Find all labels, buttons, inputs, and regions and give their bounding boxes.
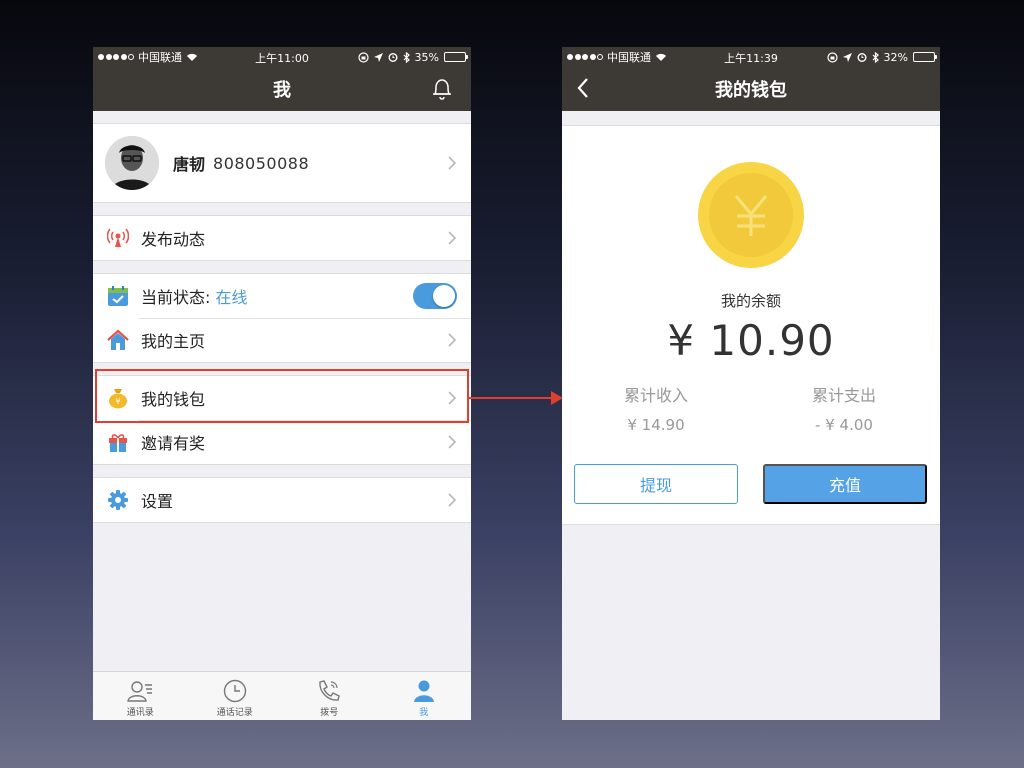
profile-name: 唐韧 [173,155,206,174]
bluetooth-icon [403,51,410,63]
balance-amount: ¥ 10.90 [667,316,835,365]
carrier-label: 中国联通 [607,51,651,64]
gift-icon [105,429,131,455]
wallet-screen: 中国联通 上午11:39 32% 我的钱包 我的余额 ¥ 10.90 累计收入 [562,47,940,720]
clock-icon [223,679,246,703]
tab-me[interactable]: 我 [377,672,472,720]
nav-bar: 我的钱包 [562,67,940,111]
expense-value: - ¥ 4.00 [815,416,873,434]
alarm-icon [388,53,398,62]
status-bar: 中国联通 上午11:39 32% [562,47,940,67]
profile-row[interactable]: 唐韧 808050088 [93,124,471,202]
home-icon [105,327,131,353]
publish-group: 发布动态 [93,215,471,261]
menu-item-label: 我的主页 [141,332,206,351]
chevron-right-icon [448,493,457,507]
tab-label: 我 [419,708,429,718]
recharge-button[interactable]: 充值 [763,464,927,504]
tab-label: 通话记录 [216,708,253,718]
chevron-right-icon [448,333,457,347]
svg-text:¥: ¥ [115,397,120,406]
expense-stat: 累计支出 - ¥ 4.00 [774,382,914,434]
menu-item-label: 我的钱包 [141,390,206,409]
calendar-check-icon [105,283,131,309]
money-bag-icon: ¥ [105,385,131,411]
back-chevron-icon[interactable] [576,77,590,103]
signal-icon [98,54,134,60]
location-icon [373,52,383,62]
nav-bar: 我 [93,67,471,111]
menu-item-settings[interactable]: 设置 [93,478,471,522]
tab-label: 拨号 [320,708,339,718]
toggle-knob [433,285,455,307]
battery-percent: 35% [414,50,439,64]
menu-item-label: 设置 [141,492,174,511]
signal-icon [567,54,603,60]
battery-icon [444,52,468,62]
settings-group: 设置 [93,477,471,523]
battery-icon [913,52,937,62]
tab-call-history[interactable]: 通话记录 [188,672,283,720]
wallet-group: ¥ 我的钱包 邀请有奖 [93,375,471,465]
avatar [105,136,159,190]
withdraw-button[interactable]: 提现 [574,464,738,504]
contacts-icon [127,681,153,702]
menu-item-label: 发布动态 [141,230,206,249]
profile-id: 808050088 [213,153,310,173]
page-title: 我的钱包 [715,80,787,101]
chevron-right-icon [448,231,457,245]
profile-screen: 中国联通 上午11:00 35% 我 唐韧 808050088 发布动态 当前状… [93,47,471,720]
phone-icon [319,680,341,701]
chevron-right-icon [448,391,457,405]
gear-icon [105,487,131,513]
income-value: ¥ 14.90 [627,416,685,434]
menu-item-status: 当前状态: 在线 [93,274,471,318]
wifi-icon [656,53,666,61]
battery-percent: 32% [883,50,908,64]
wallet-card: 我的余额 ¥ 10.90 累计收入 ¥ 14.90 累计支出 - ¥ 4.00 … [562,125,940,525]
wifi-icon [187,53,197,61]
chevron-right-icon [448,435,457,449]
menu-item-wallet[interactable]: ¥ 我的钱包 [93,376,471,420]
balance-label: 我的余额 [720,292,781,310]
status-bar: 中国联通 上午11:00 35% [93,47,471,67]
annotation-arrow [469,397,555,399]
alarm-icon [857,53,867,62]
profile-card[interactable]: 唐韧 808050088 [93,123,471,203]
menu-item-homepage[interactable]: 我的主页 [93,318,471,362]
status-label: 当前状态: [141,288,216,307]
tab-dial[interactable]: 拨号 [282,672,377,720]
menu-item-publish[interactable]: 发布动态 [93,216,471,260]
location-icon [842,52,852,62]
tab-label: 通讯录 [126,708,154,718]
income-stat: 累计收入 ¥ 14.90 [586,382,726,434]
coin-icon [698,162,804,268]
page-title: 我 [273,80,291,101]
menu-item-label: 邀请有奖 [141,434,206,453]
status-group: 当前状态: 在线 我的主页 [93,273,471,363]
person-icon [413,680,434,702]
menu-item-invite[interactable]: 邀请有奖 [93,420,471,464]
orientation-lock-icon [826,51,838,63]
status-value: 在线 [215,288,248,307]
broadcast-icon [105,225,131,251]
bluetooth-icon [872,51,879,63]
carrier-label: 中国联通 [138,51,182,64]
bell-icon[interactable] [431,77,453,105]
orientation-lock-icon [357,51,369,63]
chevron-right-icon [448,156,457,170]
tab-contacts[interactable]: 通讯录 [93,672,188,720]
tab-bar: 通讯录 通话记录 拨号 我 [93,671,471,720]
expense-label: 累计支出 [811,386,876,405]
online-toggle[interactable] [413,283,457,309]
income-label: 累计收入 [623,386,688,405]
